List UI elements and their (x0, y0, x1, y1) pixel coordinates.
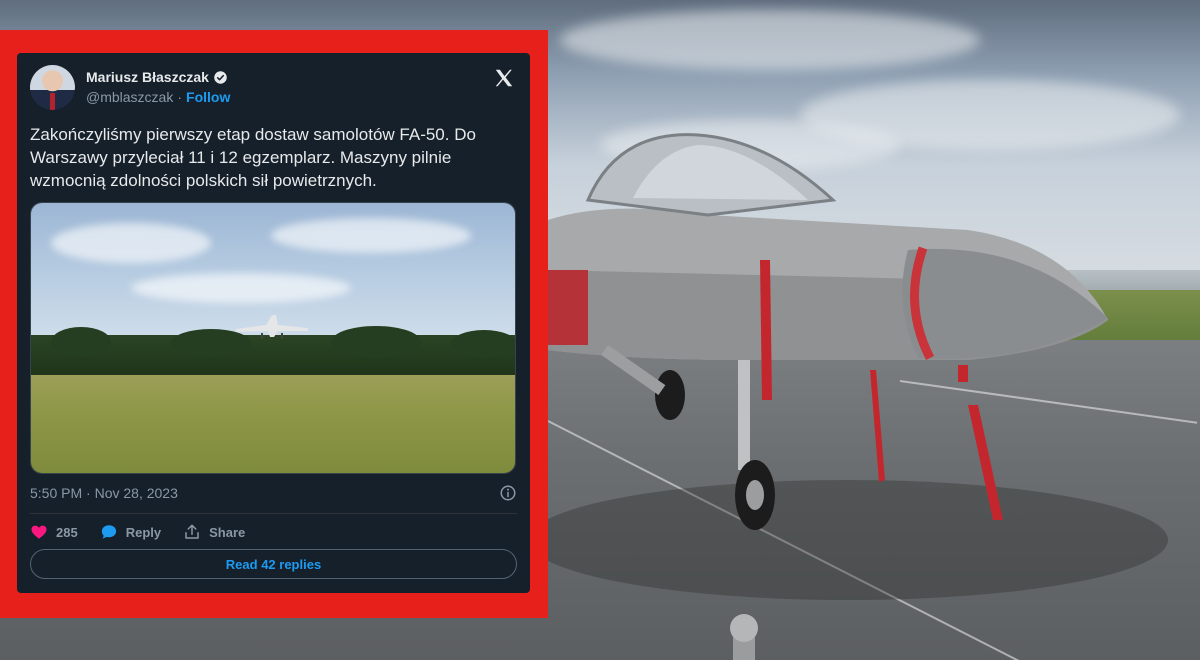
media-tree (51, 327, 111, 357)
info-icon[interactable] (499, 484, 517, 502)
media-grass (31, 375, 515, 473)
media-tree (331, 326, 421, 358)
tweet-media-photo[interactable] (30, 202, 516, 474)
reply-button[interactable]: Reply (100, 523, 161, 541)
author-name[interactable]: Mariusz Błaszczak (86, 69, 209, 85)
author-handle-row: @mblaszczak · Follow (86, 89, 230, 105)
share-label: Share (209, 524, 246, 540)
tweet-frame: Mariusz Błaszczak @mblaszczak · Follow Z… (0, 30, 548, 618)
handle-separator: · (177, 89, 183, 105)
tweet-actions: 285 Reply Share (30, 521, 267, 543)
share-icon (185, 524, 199, 539)
media-cloud (51, 223, 211, 263)
media-cloud (131, 273, 351, 303)
tweet-header: Mariusz Błaszczak @mblaszczak · Follow (30, 65, 517, 111)
x-logo-icon[interactable] (493, 67, 515, 89)
tweet-timestamp[interactable]: 5:50 PM · Nov 28, 2023 (30, 485, 178, 501)
cloud (560, 10, 980, 70)
share-button[interactable]: Share (183, 523, 245, 541)
tweet-text: Zakończyliśmy pierwszy etap dostaw samol… (30, 125, 476, 190)
author-name-row: Mariusz Błaszczak (86, 69, 228, 85)
divider (30, 513, 517, 514)
like-count: 285 (56, 524, 78, 540)
heart-icon (31, 525, 47, 539)
landing-jet-icon (236, 315, 308, 339)
fa50-jet-image (548, 133, 1168, 660)
author-avatar[interactable] (30, 65, 75, 110)
read-replies-button[interactable]: Read 42 replies (30, 549, 517, 579)
media-tree (451, 330, 515, 358)
reply-label: Reply (125, 524, 162, 540)
media-cloud (271, 218, 471, 253)
verified-badge-icon (214, 70, 227, 84)
reply-bubble-icon (101, 525, 116, 539)
author-handle[interactable]: @mblaszczak (86, 89, 173, 105)
tweet-card: Mariusz Błaszczak @mblaszczak · Follow Z… (17, 53, 530, 593)
like-button[interactable]: 285 (30, 523, 78, 541)
follow-button[interactable]: Follow (186, 89, 230, 105)
